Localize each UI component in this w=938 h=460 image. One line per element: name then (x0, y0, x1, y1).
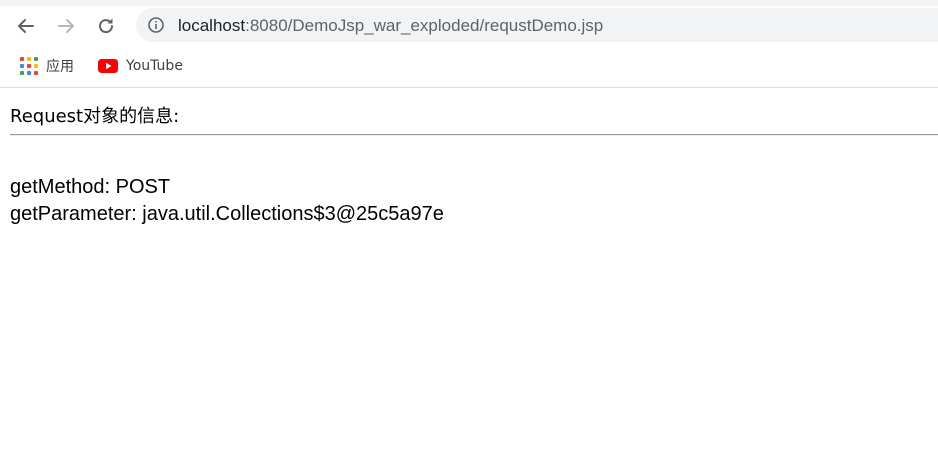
apps-grid-icon (20, 57, 38, 75)
method-line: getMethod: POST (10, 176, 171, 198)
url-host: localhost (178, 16, 246, 35)
address-bar[interactable]: localhost:8080/DemoJsp_war_exploded/requ… (136, 8, 938, 42)
parameter-line: getParameter: java.util.Collections$3@25… (10, 203, 444, 225)
bookmark-youtube[interactable]: YouTube (98, 54, 183, 78)
bookmark-youtube-label: YouTube (126, 58, 183, 74)
youtube-icon (98, 59, 118, 73)
info-icon[interactable] (148, 17, 164, 37)
arrow-right-icon (56, 16, 76, 36)
url-path: :8080/DemoJsp_war_exploded/requstDemo.js… (245, 16, 604, 35)
reload-button[interactable] (92, 12, 120, 40)
back-button[interactable] (12, 12, 40, 40)
page-heading: Request对象的信息: (10, 106, 180, 127)
forward-button[interactable] (52, 12, 80, 40)
reload-icon (96, 16, 116, 36)
page-content: Request对象的信息: getMethod: POST getParamet… (0, 88, 938, 460)
url-text[interactable]: localhost:8080/DemoJsp_war_exploded/requ… (178, 16, 603, 36)
bookmarks-bar: 应用 YouTube (0, 48, 938, 84)
bookmark-apps[interactable]: 应用 (20, 54, 74, 78)
bookmark-apps-label: 应用 (46, 59, 74, 75)
browser-toolbar: localhost:8080/DemoJsp_war_exploded/requ… (0, 6, 938, 44)
horizontal-rule (10, 134, 938, 136)
arrow-left-icon (16, 16, 36, 36)
